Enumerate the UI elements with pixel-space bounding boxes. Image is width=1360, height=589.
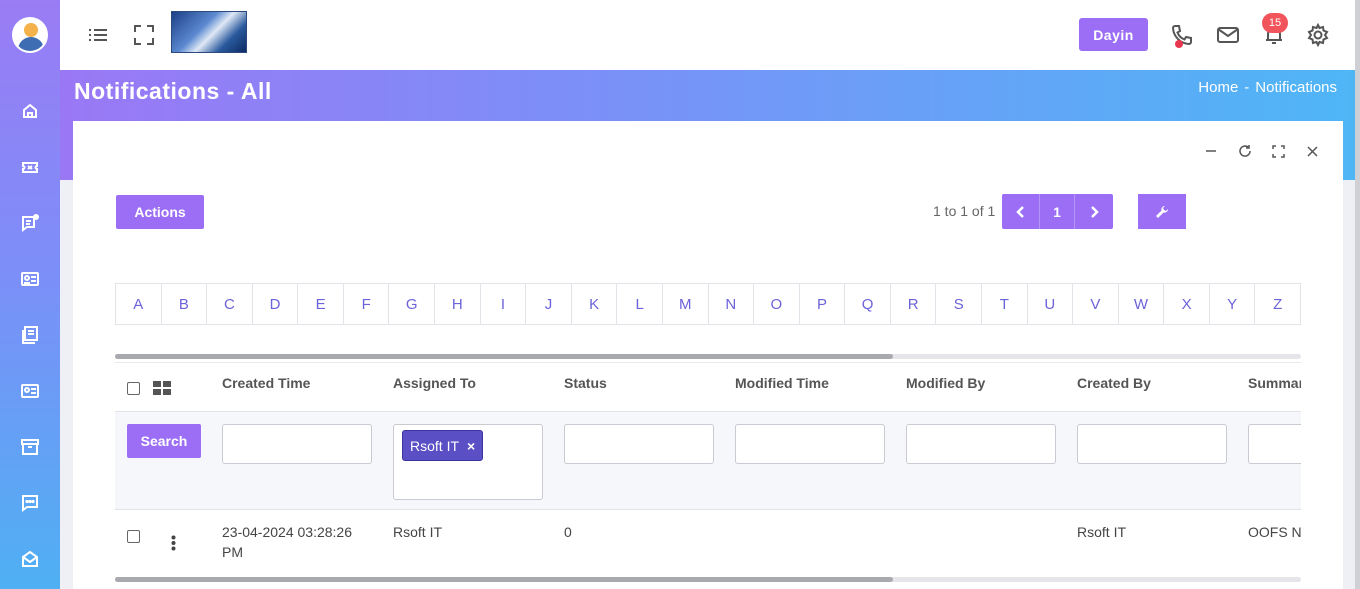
top-bar xyxy=(60,0,1360,70)
page-scrollbar[interactable] xyxy=(1355,0,1360,589)
message-icon[interactable] xyxy=(18,491,42,515)
column-header-status[interactable]: Status xyxy=(564,375,607,391)
row-assigned-to: Rsoft IT xyxy=(393,524,443,540)
page-title: Notifications - All xyxy=(74,78,272,104)
alphabet-letter-p[interactable]: P xyxy=(800,284,846,324)
row-created-time: 23-04-2024 03:28:26 PM xyxy=(222,522,352,562)
filter-modified-by-input[interactable] xyxy=(906,424,1056,464)
breadcrumb: Home - Notifications xyxy=(1198,79,1337,96)
alphabet-letter-k[interactable]: K xyxy=(572,284,618,324)
actions-button[interactable]: Actions xyxy=(116,195,204,229)
row-created-time-line2: PM xyxy=(222,544,243,560)
fullscreen-icon[interactable] xyxy=(131,22,157,48)
alphabet-letter-u[interactable]: U xyxy=(1028,284,1074,324)
row-created-time-line1: 23-04-2024 03:28:26 xyxy=(222,524,352,540)
home-icon[interactable] xyxy=(18,99,42,123)
column-header-modified-time[interactable]: Modified Time xyxy=(735,375,829,391)
refresh-icon[interactable] xyxy=(1237,143,1253,159)
column-header-modified-by[interactable]: Modified By xyxy=(906,375,985,391)
alphabet-letter-x[interactable]: X xyxy=(1164,284,1210,324)
chevron-right-icon xyxy=(1091,205,1099,218)
previous-page-button[interactable] xyxy=(1002,194,1039,229)
breadcrumb-notifications[interactable]: Notifications xyxy=(1255,79,1337,96)
current-page-button[interactable]: 1 xyxy=(1039,194,1075,229)
alphabet-letter-g[interactable]: G xyxy=(389,284,436,324)
alphabet-letter-q[interactable]: Q xyxy=(845,284,891,324)
column-header-assigned-to[interactable]: Assigned To xyxy=(393,375,476,391)
row-more-icon[interactable] xyxy=(171,535,176,556)
next-page-button[interactable] xyxy=(1075,194,1113,229)
user-menu-button[interactable]: Dayin xyxy=(1079,18,1148,51)
filter-created-by-input[interactable] xyxy=(1077,424,1227,464)
alphabet-letter-f[interactable]: F xyxy=(344,284,390,324)
alphabet-letter-z[interactable]: Z xyxy=(1255,284,1300,324)
row-created-by: Rsoft IT xyxy=(1077,524,1127,540)
alphabet-filter: ABCDEFGHIJKLMNOPQRSTUVWXYZ xyxy=(115,283,1301,325)
alphabet-letter-m[interactable]: M xyxy=(663,284,709,324)
ticket-icon[interactable] xyxy=(18,155,42,179)
alphabet-letter-i[interactable]: I xyxy=(481,284,527,324)
assigned-filter-tag[interactable]: Rsoft IT × xyxy=(402,430,483,461)
close-icon[interactable] xyxy=(1304,143,1320,159)
id-card-icon[interactable] xyxy=(18,379,42,403)
pager-summary: 1 to 1 of 1 xyxy=(933,203,996,219)
filter-modified-time-input[interactable] xyxy=(735,424,885,464)
sidebar xyxy=(0,0,60,589)
user-avatar[interactable] xyxy=(12,17,48,53)
call-status-dot xyxy=(1175,40,1183,48)
table-scrollbar-bottom[interactable] xyxy=(115,577,1301,582)
contact-card-icon[interactable] xyxy=(18,267,42,291)
alphabet-letter-t[interactable]: T xyxy=(982,284,1028,324)
alphabet-letter-b[interactable]: B xyxy=(162,284,208,324)
alphabet-letter-a[interactable]: A xyxy=(116,284,162,324)
search-button[interactable]: Search xyxy=(127,424,201,458)
column-header-summary[interactable]: Summary xyxy=(1248,375,1301,391)
alphabet-letter-d[interactable]: D xyxy=(253,284,299,324)
alphabet-letter-v[interactable]: V xyxy=(1073,284,1119,324)
notification-count-badge: 15 xyxy=(1262,13,1288,33)
alphabet-letter-e[interactable]: E xyxy=(298,284,344,324)
alphabet-letter-l[interactable]: L xyxy=(617,284,663,324)
mail-open-icon[interactable] xyxy=(18,547,42,571)
assigned-filter-tag-label: Rsoft IT xyxy=(410,437,460,454)
gear-icon[interactable] xyxy=(1305,22,1331,48)
breadcrumb-separator: - xyxy=(1244,79,1250,96)
filter-summary-input[interactable] xyxy=(1248,424,1301,464)
alphabet-letter-y[interactable]: Y xyxy=(1210,284,1256,324)
breadcrumb-home[interactable]: Home xyxy=(1198,79,1238,96)
archive-icon[interactable] xyxy=(18,435,42,459)
column-header-created-time[interactable]: Created Time xyxy=(222,375,310,391)
minimize-icon[interactable] xyxy=(1203,143,1219,159)
mail-icon[interactable] xyxy=(1215,22,1241,48)
column-layout-icon[interactable] xyxy=(153,381,171,400)
table-scrollbar-top[interactable] xyxy=(115,354,1301,359)
summary-column-clip: Summary OOFS N xyxy=(1248,362,1301,577)
alphabet-letter-n[interactable]: N xyxy=(709,284,755,324)
alphabet-letter-o[interactable]: O xyxy=(754,284,800,324)
filter-created-time-input[interactable] xyxy=(222,424,372,464)
alphabet-letter-j[interactable]: J xyxy=(526,284,572,324)
filter-status-input[interactable] xyxy=(564,424,714,464)
row-status: 0 xyxy=(564,524,572,540)
brand-logo-image xyxy=(171,11,247,53)
chevron-left-icon xyxy=(1015,205,1024,218)
alphabet-letter-h[interactable]: H xyxy=(435,284,481,324)
alphabet-letter-w[interactable]: W xyxy=(1119,284,1165,324)
row-summary: OOFS N xyxy=(1248,524,1301,540)
tag-remove-icon[interactable]: × xyxy=(467,438,475,454)
alphabet-letter-r[interactable]: R xyxy=(891,284,937,324)
alphabet-letter-c[interactable]: C xyxy=(207,284,253,324)
expand-icon[interactable] xyxy=(1270,143,1286,159)
wrench-icon xyxy=(1156,205,1169,218)
settings-wrench-button[interactable] xyxy=(1138,194,1186,229)
menu-icon[interactable] xyxy=(85,22,111,48)
row-checkbox[interactable] xyxy=(127,530,140,543)
select-all-checkbox[interactable] xyxy=(127,382,140,395)
alphabet-letter-s[interactable]: S xyxy=(936,284,982,324)
chat-list-icon[interactable] xyxy=(18,211,42,235)
documents-icon[interactable] xyxy=(18,323,42,347)
column-header-created-by[interactable]: Created By xyxy=(1077,375,1151,391)
